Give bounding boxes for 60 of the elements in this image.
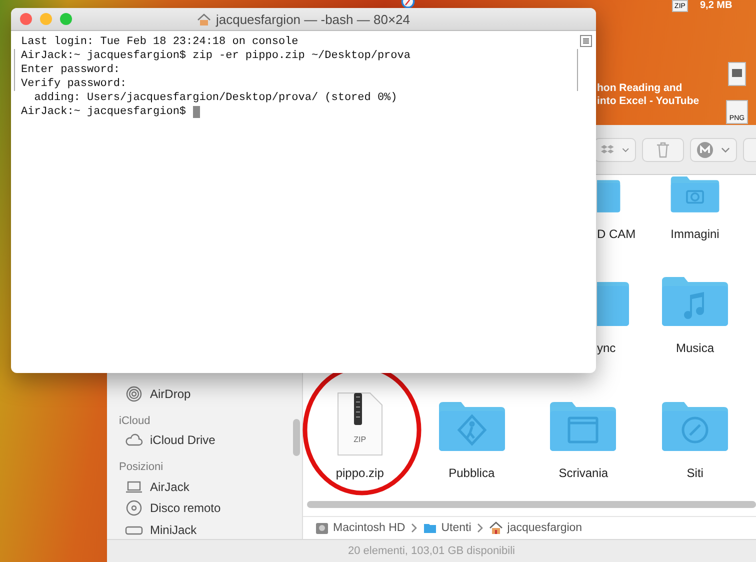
zoom-button[interactable] (60, 13, 72, 25)
disc-icon (125, 500, 143, 516)
home-icon (489, 521, 504, 535)
path-item[interactable]: jacquesfargion (489, 521, 582, 535)
terminal-line: Last login: Tue Feb 18 23:24:18 on console (21, 36, 298, 48)
folder-icon[interactable] (436, 400, 507, 452)
path-item[interactable]: Macintosh HD (315, 521, 406, 535)
laptop-icon (125, 478, 143, 495)
terminal-line: Verify password: (21, 78, 127, 90)
mega-button[interactable] (690, 138, 737, 162)
file-type-label: ZIP (354, 435, 366, 444)
home-icon (196, 12, 211, 26)
zip-file-icon[interactable] (336, 392, 384, 456)
mega-logo-icon (697, 142, 713, 158)
file-name[interactable]: Scrivania (558, 466, 608, 480)
chevron-icon (477, 523, 484, 533)
file-name[interactable]: D CAM (597, 227, 636, 241)
cloud-icon (125, 432, 143, 448)
sidebar-item[interactable]: iCloud Drive (119, 430, 302, 451)
window-title: jacquesfargion — -bash — 80×24 (216, 12, 410, 26)
terminal-line: Enter password: (21, 64, 120, 76)
sidebar-item[interactable]: AirDrop (119, 383, 302, 404)
folder-icon[interactable] (548, 400, 618, 452)
chevron-icon (411, 523, 418, 533)
sidebar-item[interactable]: Disco remoto (119, 498, 302, 519)
scrollbar[interactable] (293, 419, 300, 456)
sidebar-heading: iCloud (119, 414, 152, 428)
terminal-line: adding: Users/jacquesfargion/Desktop/prova/ (stored 0%) (33, 92, 398, 104)
compass-icon (400, 0, 416, 10)
dropbox-button[interactable] (594, 138, 636, 162)
video-title: into Excel - YouTube (597, 95, 700, 107)
text-cursor (192, 106, 200, 118)
path-item[interactable]: Utenti (423, 521, 472, 535)
dropbox-icon (601, 143, 614, 156)
folder-icon (423, 521, 438, 535)
status-text: 20 elementi, 103,01 GB disponibili (348, 545, 515, 557)
file-name[interactable]: Siti (686, 466, 704, 480)
file-name[interactable]: Musica (676, 341, 714, 355)
caret-icon (721, 146, 730, 152)
scrollbar[interactable] (307, 501, 756, 508)
trash-button[interactable] (642, 138, 684, 162)
document-icon[interactable] (728, 62, 746, 86)
sidebar-item[interactable]: AirJack (119, 476, 302, 498)
file-name[interactable]: ync (597, 341, 616, 355)
folder-icon[interactable] (660, 400, 730, 452)
folder-icon[interactable] (660, 275, 730, 327)
terminal-line: AirJack:~ jacquesfargion$ zip -er pippo.zip ~/Desktop/prova (21, 50, 410, 62)
file-name[interactable]: Pubblica (448, 466, 495, 480)
terminal-line: AirJack:~ jacquesfargion$ (21, 106, 188, 118)
file-size: 9,2 MB (700, 0, 732, 12)
close-button[interactable] (20, 13, 32, 25)
sidebar-item[interactable]: MiniJack (119, 519, 302, 540)
sidebar-heading: Posizioni (119, 460, 164, 475)
trash-icon (656, 142, 670, 158)
split-view-icon[interactable] (580, 35, 592, 47)
file-name[interactable]: Immagini (670, 227, 720, 241)
file-name[interactable]: pippo.zip (336, 466, 384, 480)
airdrop-icon (125, 386, 143, 402)
video-title: hon Reading and (597, 82, 682, 94)
caret-icon (622, 146, 629, 152)
